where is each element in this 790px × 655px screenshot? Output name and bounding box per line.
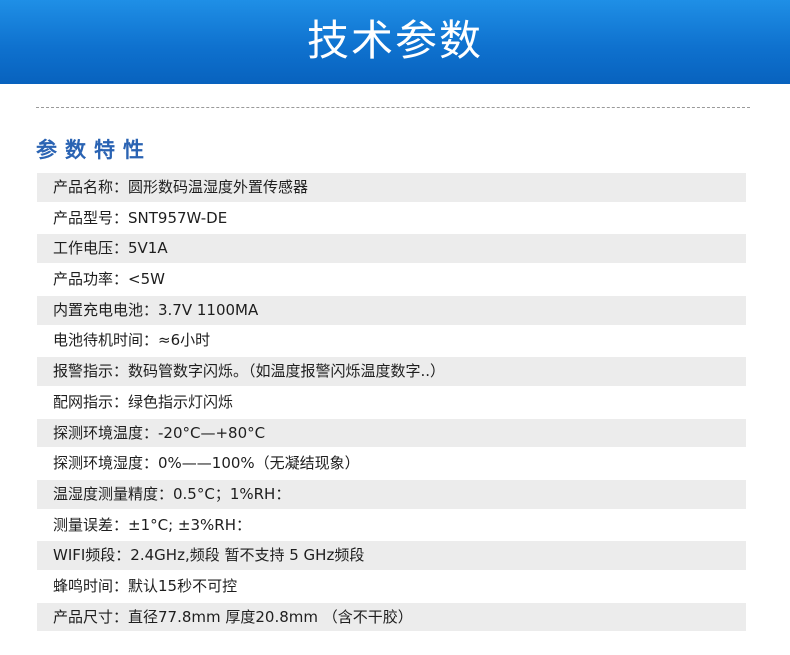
spec-row-alarm-indicator: 报警指示：数码管数字闪烁。（如温度报警闪烁温度数字..）: [37, 357, 746, 386]
spec-row-wifi-band: WIFI频段：2.4GHz,频段 暂不支持 5 GHz频段: [37, 541, 746, 571]
spec-row-network-indicator: 配网指示：绿色指示灯闪烁: [37, 387, 746, 417]
spec-row-voltage: 工作电压：5V1A: [37, 234, 746, 264]
page-title: 技术参数: [306, 16, 483, 65]
spec-list: 产品名称：圆形数码温湿度外置传感器 产品型号：SNT957W-DE 工作电压：5…: [37, 173, 746, 633]
spec-row-model: 产品型号：SNT957W-DE: [37, 203, 746, 233]
section-title: 参数特性: [36, 138, 152, 162]
header-banner: 技术参数: [0, 0, 790, 84]
spec-row-buzzer-time: 蜂鸣时间：默认15秒不可控: [37, 571, 746, 601]
spec-row-humidity-range: 探测环境湿度：0%——100%（无凝结现象）: [37, 449, 746, 478]
spec-row-error: 测量误差：±1°C; ±3%RH：: [37, 510, 746, 540]
spec-row-temperature-range: 探测环境温度：-20°C—+80°C: [37, 418, 746, 448]
spec-row-battery: 内置充电电池：3.7V 1100MA: [37, 295, 746, 325]
dashed-divider: [36, 107, 750, 108]
spec-row-accuracy: 温湿度测量精度：0.5°C；1%RH：: [37, 479, 746, 509]
spec-row-dimensions: 产品尺寸：直径77.8mm 厚度20.8mm （含不干胶）: [37, 602, 746, 632]
spec-row-power: 产品功率：<5W: [37, 265, 746, 294]
spec-row-standby-time: 电池待机时间：≈6小时: [37, 326, 746, 356]
spec-row-product-name: 产品名称：圆形数码温湿度外置传感器: [37, 173, 746, 202]
